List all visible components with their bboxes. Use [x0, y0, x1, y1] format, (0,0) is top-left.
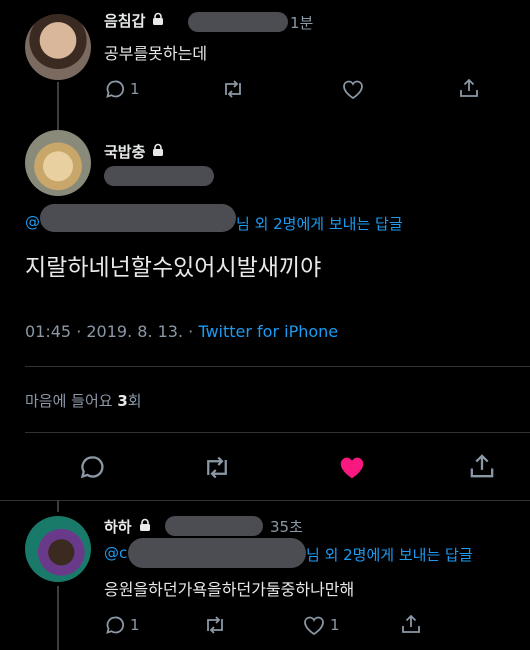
- likes-label: 마음에 들어요: [25, 392, 113, 410]
- reply-count: 1: [130, 80, 140, 98]
- display-name[interactable]: 하하: [104, 516, 132, 537]
- tweet-time: 01:45: [25, 322, 72, 341]
- redacted-mention: [128, 538, 306, 568]
- reply-context: 님 외 2명에게 보내는 답글: [236, 215, 403, 233]
- reply-count: 1: [130, 616, 140, 634]
- like-button[interactable]: 1: [302, 614, 340, 636]
- retweet-icon: [225, 80, 241, 98]
- thread-line: [57, 586, 59, 650]
- tweet-source[interactable]: Twitter for iPhone: [198, 322, 338, 341]
- like-count: 1: [330, 616, 340, 634]
- retweet-button[interactable]: [221, 79, 245, 99]
- reply-icon: [80, 456, 104, 479]
- retweet-button[interactable]: [203, 615, 227, 635]
- thread-line: [57, 82, 59, 130]
- avatar[interactable]: [25, 516, 91, 582]
- thread-line: [57, 500, 59, 512]
- heart-outline-icon: [304, 616, 324, 636]
- share-icon: [470, 454, 494, 478]
- retweet-icon: [207, 616, 223, 634]
- share-icon: [402, 614, 420, 633]
- share-button[interactable]: [468, 452, 496, 480]
- reply-button[interactable]: [78, 453, 106, 481]
- reply-button[interactable]: 1: [104, 614, 140, 636]
- share-icon: [460, 78, 478, 97]
- heart-outline-icon: [343, 80, 363, 100]
- lock-icon: [151, 11, 165, 30]
- display-name[interactable]: 음침갑: [104, 10, 145, 31]
- timestamp: 35초: [270, 518, 303, 536]
- reply-context: 님 외 2명에게 보내는 답글: [306, 546, 473, 564]
- divider: [25, 366, 530, 367]
- share-button[interactable]: [400, 613, 422, 635]
- lock-icon: [151, 142, 165, 161]
- reply-icon: [106, 616, 125, 634]
- divider: [25, 432, 530, 433]
- tweet-text: 지랄하네넌할수있어시발새끼야: [25, 255, 322, 281]
- lock-icon: [138, 517, 152, 536]
- tweet-text: 응원을하던가욕을하던가둘중하나만해: [104, 580, 355, 599]
- redacted-username: [165, 516, 263, 536]
- redacted-mention: [40, 204, 236, 232]
- retweet-icon: [207, 456, 227, 479]
- redacted-username: [104, 166, 214, 186]
- likes-summary[interactable]: 마음에 들어요 3회: [25, 390, 142, 411]
- display-name[interactable]: 국밥충: [104, 141, 145, 162]
- like-button[interactable]: [341, 78, 365, 100]
- heart-filled-icon: [340, 457, 364, 479]
- reply-button[interactable]: 1: [104, 78, 140, 100]
- likes-count: 3: [117, 392, 128, 410]
- tweet-text: 공부를못하는데: [104, 44, 208, 63]
- likes-unit: 회: [127, 392, 142, 410]
- reply-mention[interactable]: @: [25, 213, 40, 231]
- tweet-date: 2019. 8. 13.: [86, 322, 184, 341]
- redacted-username: [188, 12, 288, 32]
- divider: [0, 500, 530, 501]
- reply-icon: [106, 80, 125, 98]
- like-button[interactable]: [337, 453, 367, 481]
- avatar[interactable]: [25, 130, 91, 196]
- timestamp: 1분: [290, 14, 314, 32]
- reply-mention[interactable]: @c: [104, 544, 127, 562]
- share-button[interactable]: [458, 77, 480, 99]
- avatar[interactable]: [25, 14, 91, 80]
- retweet-button[interactable]: [202, 455, 232, 480]
